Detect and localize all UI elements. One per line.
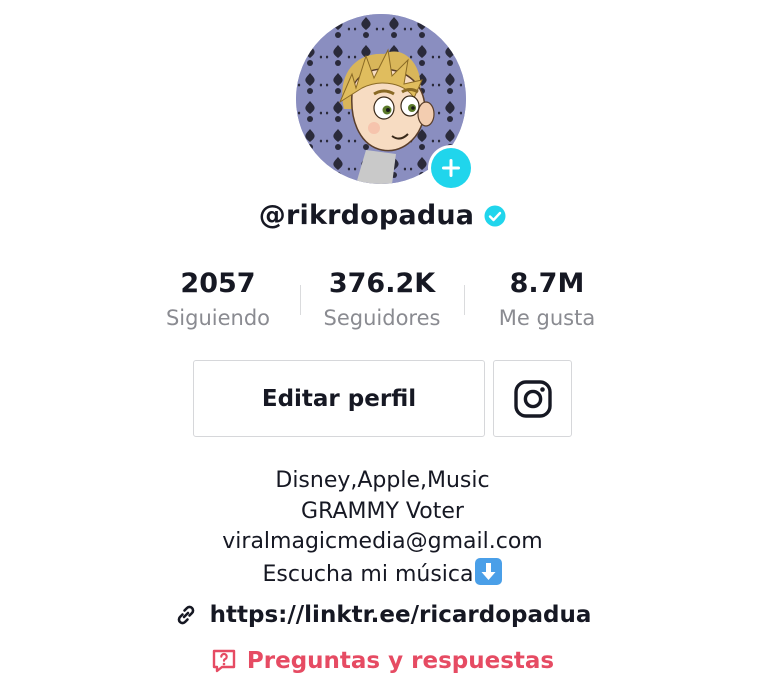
- stat-following[interactable]: 2057 Siguiendo: [162, 265, 274, 333]
- stat-value: 2057: [180, 268, 256, 299]
- bio-line: GRAMMY Voter: [301, 498, 464, 524]
- stat-label: Seguidores: [323, 306, 441, 330]
- bio-line: viralmagicmedia@gmail.com: [222, 529, 543, 554]
- stat-likes[interactable]: 8.7M Me gusta: [494, 265, 600, 333]
- link-icon: [177, 605, 194, 625]
- profile-bio: Disney,Apple,Music GRAMMY Voter viralmag…: [0, 466, 765, 590]
- plus-icon: [442, 159, 460, 177]
- bio-line-last: Escucha mi música: [0, 557, 765, 591]
- stat-value: 8.7M: [509, 268, 585, 299]
- profile-link[interactable]: https://linktr.ee/ricardopadua: [0, 602, 765, 628]
- username: @rikrdopadua: [258, 200, 475, 231]
- stat-divider: [300, 285, 301, 315]
- instagram-button[interactable]: [493, 360, 572, 437]
- stat-value: 376.2K: [328, 268, 436, 299]
- add-avatar-button[interactable]: [428, 145, 474, 191]
- verified-badge-icon: [484, 205, 506, 227]
- edit-profile-button[interactable]: Editar perfil: [193, 360, 485, 437]
- stat-followers[interactable]: 376.2K Seguidores: [318, 265, 446, 333]
- bio-line: Escucha mi música: [262, 561, 474, 587]
- stat-label: Siguiendo: [165, 306, 271, 330]
- bio-line: Disney,Apple,Music: [275, 468, 490, 493]
- username-row: @rikrdopadua: [0, 200, 765, 231]
- instagram-icon: [513, 379, 552, 418]
- qa-link[interactable]: Preguntas y respuestas: [0, 648, 765, 674]
- link-url[interactable]: https://linktr.ee/ricardopadua: [210, 602, 592, 628]
- down-arrow-emoji-icon: [475, 557, 503, 585]
- question-bubble-icon: [212, 649, 236, 673]
- stat-divider: [464, 285, 465, 315]
- profile-stats: 2057 Siguiendo 376.2K Seguidores 8.7M Me…: [0, 265, 765, 335]
- qa-label[interactable]: Preguntas y respuestas: [247, 648, 554, 674]
- stat-label: Me gusta: [498, 306, 596, 330]
